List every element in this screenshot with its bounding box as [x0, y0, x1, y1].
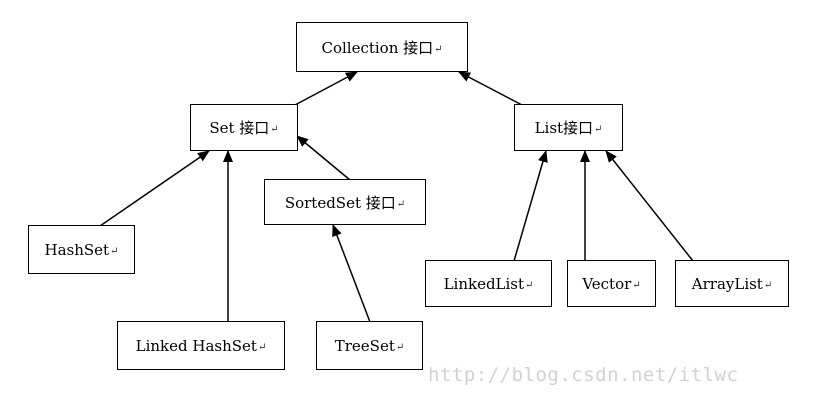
edge-sortedset-to-set	[296, 135, 351, 181]
edge-hashset-to-set	[99, 150, 210, 227]
node-linkedhashset: Linked HashSet ↵	[117, 321, 285, 370]
node-set: Set 接口 ↵	[190, 104, 298, 151]
node-hashset: HashSet ↵	[28, 225, 135, 274]
node-set-label: Set 接口	[209, 119, 270, 137]
return-mark-icon: ↵	[594, 124, 603, 135]
return-mark-icon: ↵	[763, 280, 773, 291]
node-list-label: List接口	[534, 119, 594, 137]
return-mark-icon: ↵	[632, 280, 641, 291]
return-mark-icon: ↵	[525, 280, 534, 291]
return-mark-icon: ↵	[257, 342, 267, 353]
node-vector: Vector ↵	[567, 260, 656, 307]
node-linkedhashset-label: Linked HashSet	[135, 336, 257, 355]
node-linkedlist: LinkedList ↵	[425, 260, 552, 307]
return-mark-icon: ↵	[395, 342, 405, 353]
node-arraylist: ArrayList ↵	[675, 260, 789, 307]
edge-list-to-collection	[458, 71, 523, 106]
node-treeset-label: TreeSet	[334, 336, 395, 355]
node-treeset: TreeSet ↵	[316, 321, 423, 370]
edge-arraylist-to-list	[605, 150, 694, 262]
node-collection: Collection 接口 ↵	[296, 22, 468, 72]
edge-treeset-to-sortedset	[332, 224, 371, 323]
node-sortedset-label: SortedSet 接口	[284, 193, 396, 212]
node-sortedset: SortedSet 接口 ↵	[264, 179, 426, 225]
return-mark-icon: ↵	[270, 124, 279, 135]
return-mark-icon: ↵	[434, 43, 443, 55]
node-hashset-label: HashSet	[44, 240, 110, 259]
node-collection-label: Collection 接口	[321, 38, 434, 57]
node-arraylist-label: ArrayList	[691, 274, 763, 293]
edge-linkedlist-to-list	[513, 150, 548, 262]
node-linkedlist-label: LinkedList	[443, 274, 525, 293]
source-watermark: http://blog.csdn.net/itlwc	[428, 364, 739, 386]
node-list: List接口 ↵	[514, 104, 623, 151]
class-hierarchy-diagram: Collection 接口 ↵ Set 接口 ↵ List接口 ↵ SortedSet…	[0, 0, 838, 406]
node-vector-label: Vector	[582, 274, 632, 293]
return-mark-icon: ↵	[110, 246, 119, 257]
edge-set-to-collection	[294, 71, 358, 106]
return-mark-icon: ↵	[396, 198, 406, 210]
